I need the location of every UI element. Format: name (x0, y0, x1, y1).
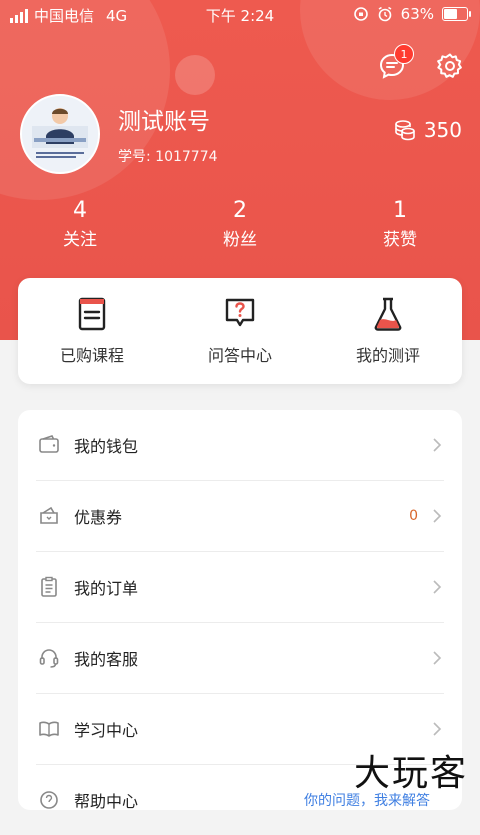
menu-label: 帮助中心 (74, 792, 139, 811)
stats-row: 4 关注 2 粉丝 1 获赞 (0, 198, 480, 250)
menu-label: 学习中心 (74, 721, 139, 740)
stat-label: 粉丝 (223, 230, 257, 250)
qa-center-button[interactable]: 问答中心 (166, 278, 314, 384)
wallet-icon (39, 435, 59, 453)
watermark-logo: 大玩客 (353, 753, 468, 794)
settings-button[interactable] (434, 50, 466, 82)
flask-icon (374, 297, 402, 331)
stat-number: 1 (393, 198, 407, 223)
coins-icon (395, 120, 415, 141)
chevron-right-icon (433, 509, 442, 523)
menu-label: 我的钱包 (74, 437, 139, 456)
menu-item-wallet[interactable]: 我的钱包 (36, 410, 444, 480)
message-button[interactable]: 1 (376, 44, 414, 82)
quick-label: 我的测评 (355, 346, 420, 365)
quick-label: 已购课程 (59, 346, 124, 365)
stat-number: 2 (233, 198, 247, 223)
clipboard-icon (41, 576, 57, 597)
my-assessment-button[interactable]: 我的测评 (314, 278, 462, 384)
book-icon (78, 297, 106, 331)
gear-icon (437, 53, 462, 78)
chevron-right-icon (433, 438, 442, 452)
avatar[interactable] (20, 94, 100, 174)
stat-likes[interactable]: 1 获赞 (320, 198, 480, 250)
question-bubble-icon (225, 298, 255, 327)
stat-label: 获赞 (383, 230, 417, 250)
alarm-icon (378, 6, 392, 22)
menu-label: 我的订单 (74, 579, 139, 598)
chevron-right-icon (433, 722, 442, 736)
battery-icon (442, 7, 471, 21)
menu-label: 我的客服 (74, 650, 139, 669)
menu-item-orders[interactable]: 我的订单 (36, 551, 444, 622)
student-id: 学号: 1017774 (118, 149, 218, 165)
purchased-courses-button[interactable]: 已购课程 (18, 278, 166, 384)
chevron-right-icon (433, 651, 442, 665)
profile-section[interactable]: 测试账号 学号: 1017774 (20, 94, 218, 174)
stat-number: 4 (73, 198, 87, 223)
help-icon (40, 791, 58, 809)
coupon-count: 0 (409, 508, 418, 524)
chevron-right-icon (433, 580, 442, 594)
stat-label: 关注 (63, 230, 97, 250)
coupon-icon (40, 506, 58, 524)
open-book-icon (39, 721, 59, 737)
rotation-lock-icon (353, 7, 368, 21)
coin-count: 350 (423, 118, 462, 142)
menu-item-support[interactable]: 我的客服 (36, 622, 444, 693)
headset-icon (39, 649, 59, 668)
quick-actions-card: 已购课程 问答中心 我的测评 (18, 278, 462, 384)
quick-label: 问答中心 (207, 346, 272, 365)
stat-following[interactable]: 4 关注 (0, 198, 160, 250)
battery-label: 63% (400, 5, 434, 23)
status-bar: 中国电信 4G 下午 2:24 63% (0, 0, 480, 28)
menu-label: 优惠券 (74, 508, 123, 527)
coin-balance[interactable]: 350 (394, 118, 462, 142)
stat-followers[interactable]: 2 粉丝 (160, 198, 320, 250)
message-badge: 1 (394, 44, 414, 64)
user-name: 测试账号 (118, 109, 210, 135)
menu-item-coupons[interactable]: 优惠券 0 (36, 480, 444, 551)
